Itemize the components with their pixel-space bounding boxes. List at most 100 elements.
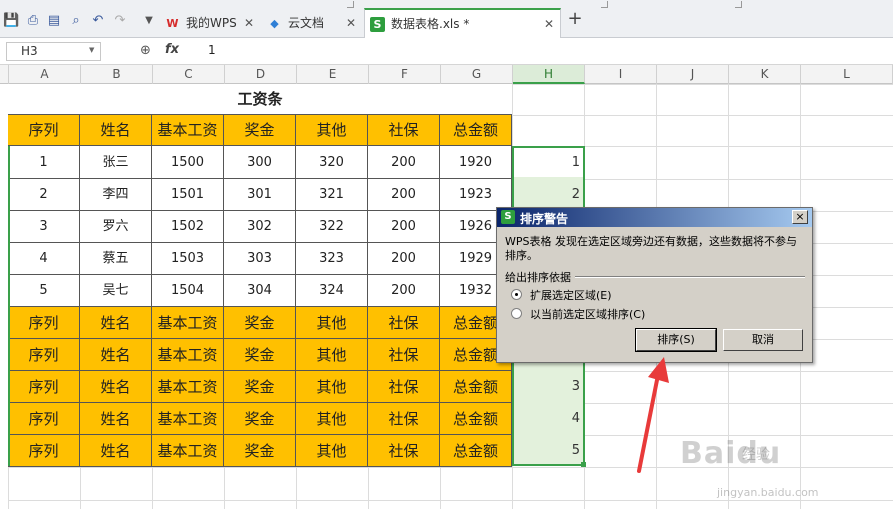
header-cell[interactable]: 总金额 [440, 435, 512, 467]
column-header-d[interactable]: D [225, 65, 297, 84]
tab-cloud-docs[interactable]: ◆ 云文档 ✕ [262, 9, 362, 38]
table-cell[interactable]: 302 [224, 211, 296, 243]
table-cell[interactable]: 320 [296, 146, 368, 179]
radio-expand-selection[interactable] [511, 289, 522, 300]
table-cell[interactable]: 5 [8, 275, 80, 307]
header-cell[interactable]: 奖金 [224, 403, 296, 435]
table-cell[interactable]: 324 [296, 275, 368, 307]
header-cell[interactable]: 社保 [368, 371, 440, 403]
header-cell[interactable]: 基本工资 [152, 307, 224, 339]
header-cell[interactable]: 总金额 [440, 371, 512, 403]
header-cell[interactable]: 基本工资 [152, 435, 224, 467]
radio-expand-label[interactable]: 扩展选定区域(E) [530, 287, 612, 303]
column-header-i[interactable]: I [585, 65, 657, 84]
column-header-a[interactable]: A [9, 65, 81, 84]
formula-input[interactable]: 1 [208, 43, 216, 57]
header-cell[interactable]: 奖金 [224, 371, 296, 403]
header-cell[interactable]: 姓名 [80, 435, 152, 467]
table-cell[interactable]: 1 [8, 146, 80, 179]
header-cell[interactable]: 序列 [8, 371, 80, 403]
cancel-button[interactable]: 取消 [723, 329, 803, 351]
header-cell[interactable]: 其他 [296, 371, 368, 403]
table-cell[interactable]: 321 [296, 179, 368, 211]
table-cell[interactable]: 1500 [152, 146, 224, 179]
close-icon[interactable]: ✕ [244, 9, 254, 37]
column-header-l[interactable]: L [801, 65, 893, 84]
table-cell[interactable]: 1504 [152, 275, 224, 307]
close-icon[interactable]: ✕ [544, 10, 554, 38]
table-cell[interactable]: 罗六 [80, 211, 152, 243]
table-cell[interactable]: 1502 [152, 211, 224, 243]
column-h-value[interactable]: 5 [512, 435, 584, 467]
table-cell[interactable]: 2 [8, 179, 80, 211]
table-cell[interactable]: 蔡五 [80, 243, 152, 275]
table-cell[interactable]: 李四 [80, 179, 152, 211]
zoom-icon[interactable]: ⊕ [140, 43, 151, 58]
close-icon[interactable]: ✕ [346, 9, 356, 37]
header-cell[interactable]: 其他 [296, 115, 368, 146]
table-cell[interactable]: 1501 [152, 179, 224, 211]
header-cell[interactable]: 社保 [368, 115, 440, 146]
table-cell[interactable]: 1920 [440, 146, 512, 179]
table-cell[interactable]: 300 [224, 146, 296, 179]
header-cell[interactable]: 基本工资 [152, 403, 224, 435]
table-cell[interactable]: 1503 [152, 243, 224, 275]
header-cell[interactable]: 序列 [8, 339, 80, 371]
header-cell[interactable]: 社保 [368, 307, 440, 339]
tab-my-wps[interactable]: W 我的WPS ✕ [160, 9, 260, 38]
header-cell[interactable]: 社保 [368, 435, 440, 467]
table-cell[interactable]: 322 [296, 211, 368, 243]
radio-current-label[interactable]: 以当前选定区域排序(C) [530, 306, 645, 322]
undo-icon[interactable]: ↶ [90, 13, 106, 29]
header-cell[interactable]: 社保 [368, 403, 440, 435]
column-header-b[interactable]: B [81, 65, 153, 84]
header-cell[interactable]: 序列 [8, 115, 80, 146]
table-cell[interactable]: 303 [224, 243, 296, 275]
header-cell[interactable]: 其他 [296, 307, 368, 339]
table-cell[interactable]: 吴七 [80, 275, 152, 307]
header-cell[interactable]: 奖金 [224, 115, 296, 146]
print-preview-icon[interactable]: ⌕ [68, 13, 84, 29]
table-cell[interactable]: 200 [368, 179, 440, 211]
table-cell[interactable]: 304 [224, 275, 296, 307]
sort-button[interactable]: 排序(S) [635, 328, 717, 352]
table-cell[interactable]: 200 [368, 146, 440, 179]
save-icon[interactable]: 💾 [3, 13, 19, 29]
new-tab-plus-icon[interactable]: + [567, 10, 583, 28]
sheet-title[interactable]: 工资条 [8, 84, 512, 115]
table-cell[interactable]: 4 [8, 243, 80, 275]
header-cell[interactable]: 基本工资 [152, 339, 224, 371]
header-cell[interactable]: 其他 [296, 435, 368, 467]
redo-icon[interactable]: ↷ [112, 13, 128, 29]
column-h-value[interactable]: 1 [512, 146, 584, 179]
header-cell[interactable]: 基本工资 [152, 371, 224, 403]
header-cell[interactable]: 奖金 [224, 307, 296, 339]
header-cell[interactable]: 其他 [296, 339, 368, 371]
table-cell[interactable]: 301 [224, 179, 296, 211]
column-h-value[interactable]: 3 [512, 371, 584, 403]
column-h-value[interactable]: 4 [512, 403, 584, 435]
header-cell[interactable]: 序列 [8, 435, 80, 467]
header-cell[interactable]: 姓名 [80, 339, 152, 371]
radio-current-selection[interactable] [511, 308, 522, 319]
header-cell[interactable]: 总金额 [440, 115, 512, 146]
tab-data-sheet[interactable]: S 数据表格.xls * ✕ [364, 8, 561, 39]
column-header-j[interactable]: J [657, 65, 729, 84]
name-box[interactable]: H3 [6, 42, 101, 61]
column-header-e[interactable]: E [297, 65, 369, 84]
export-pdf-icon[interactable]: ⎙ [25, 13, 41, 29]
quick-access-dropdown-icon[interactable]: ▼ [141, 13, 157, 29]
table-cell[interactable]: 200 [368, 275, 440, 307]
fx-icon[interactable]: fx [165, 42, 179, 57]
column-header-k[interactable]: K [729, 65, 801, 84]
header-cell[interactable]: 姓名 [80, 403, 152, 435]
table-cell[interactable]: 3 [8, 211, 80, 243]
select-all-corner[interactable] [0, 65, 9, 84]
header-cell[interactable]: 社保 [368, 339, 440, 371]
header-cell[interactable]: 序列 [8, 307, 80, 339]
header-cell[interactable]: 奖金 [224, 435, 296, 467]
header-cell[interactable]: 序列 [8, 403, 80, 435]
header-cell[interactable]: 姓名 [80, 115, 152, 146]
close-icon[interactable]: × [792, 210, 808, 224]
table-cell[interactable]: 323 [296, 243, 368, 275]
